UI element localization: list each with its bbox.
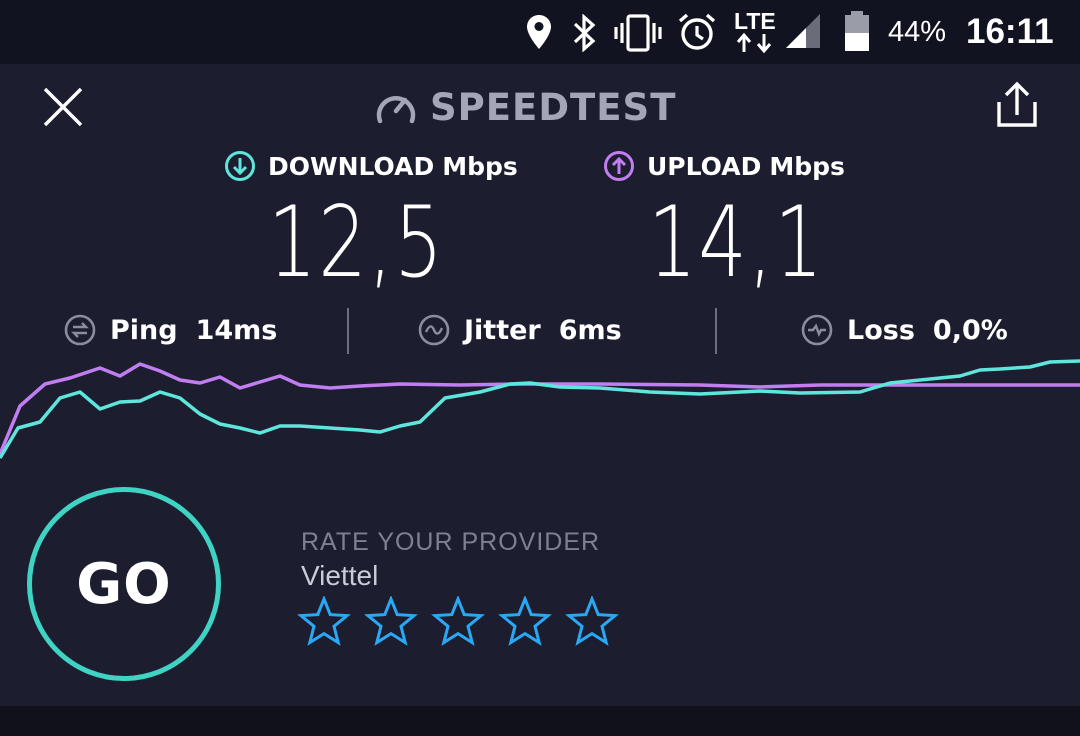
ping-stat: Ping 14ms [64,310,277,350]
upload-speed-line [0,362,1080,455]
status-bar: LTE 44% 16:11 [0,0,1080,64]
ping-icon [64,314,96,346]
battery-percent: 44% [888,16,947,48]
upload-arrow-icon [604,151,634,181]
jitter-label: Jitter [464,314,541,346]
upload-value: 14,1 [648,186,825,300]
loss-label: Loss [847,314,915,346]
lte-icon: LTE [734,8,778,54]
star-icon[interactable] [297,596,351,646]
ping-value: 14ms [195,314,278,346]
stat-divider [715,308,717,354]
star-icon[interactable] [498,596,552,646]
star-rating [297,596,632,646]
provider-name: Viettel [301,560,379,591]
bottom-bar [0,706,1080,736]
download-header: DOWNLOAD Mbps [224,150,518,182]
speedometer-icon [376,96,416,124]
loss-value: 0,0% [932,314,1008,346]
close-icon[interactable] [38,82,88,132]
ping-label: Ping [110,314,178,346]
go-button-label: GO [76,551,172,617]
go-button[interactable]: GO [27,487,221,681]
vibrate-icon [614,14,662,52]
clock-time: 16:11 [966,12,1054,51]
star-icon[interactable] [565,596,619,646]
bluetooth-icon [573,14,596,52]
battery-icon [845,11,869,51]
brand-logo: SPEEDTEST [374,82,676,132]
download-speed-line [0,359,1080,459]
signal-icon [786,14,820,48]
stat-divider [347,308,349,354]
jitter-icon [418,314,450,346]
rate-provider-label: RATE YOUR PROVIDER [301,528,601,556]
upload-unit: Mbps [769,151,845,181]
jitter-value: 6ms [558,314,622,346]
star-icon[interactable] [431,596,485,646]
upload-label: UPLOAD [647,151,762,181]
star-icon[interactable] [364,596,418,646]
download-label: DOWNLOAD [268,151,435,181]
loss-stat: Loss 0,0% [801,310,1008,350]
loss-icon [801,314,833,346]
alarm-icon [678,13,716,50]
upload-header: UPLOAD Mbps [603,150,845,182]
jitter-stat: Jitter 6ms [418,310,622,350]
speed-graph [0,359,1080,459]
share-icon[interactable] [990,80,1044,132]
download-arrow-icon [225,151,255,181]
download-value: 12,5 [268,186,445,300]
download-unit: Mbps [442,151,518,181]
speedtest-panel: SPEEDTEST DOWNLOAD Mbps 12,5 UPLOAD Mbps… [0,64,1080,706]
location-icon [527,15,551,49]
brand-title: SPEEDTEST [430,85,677,129]
